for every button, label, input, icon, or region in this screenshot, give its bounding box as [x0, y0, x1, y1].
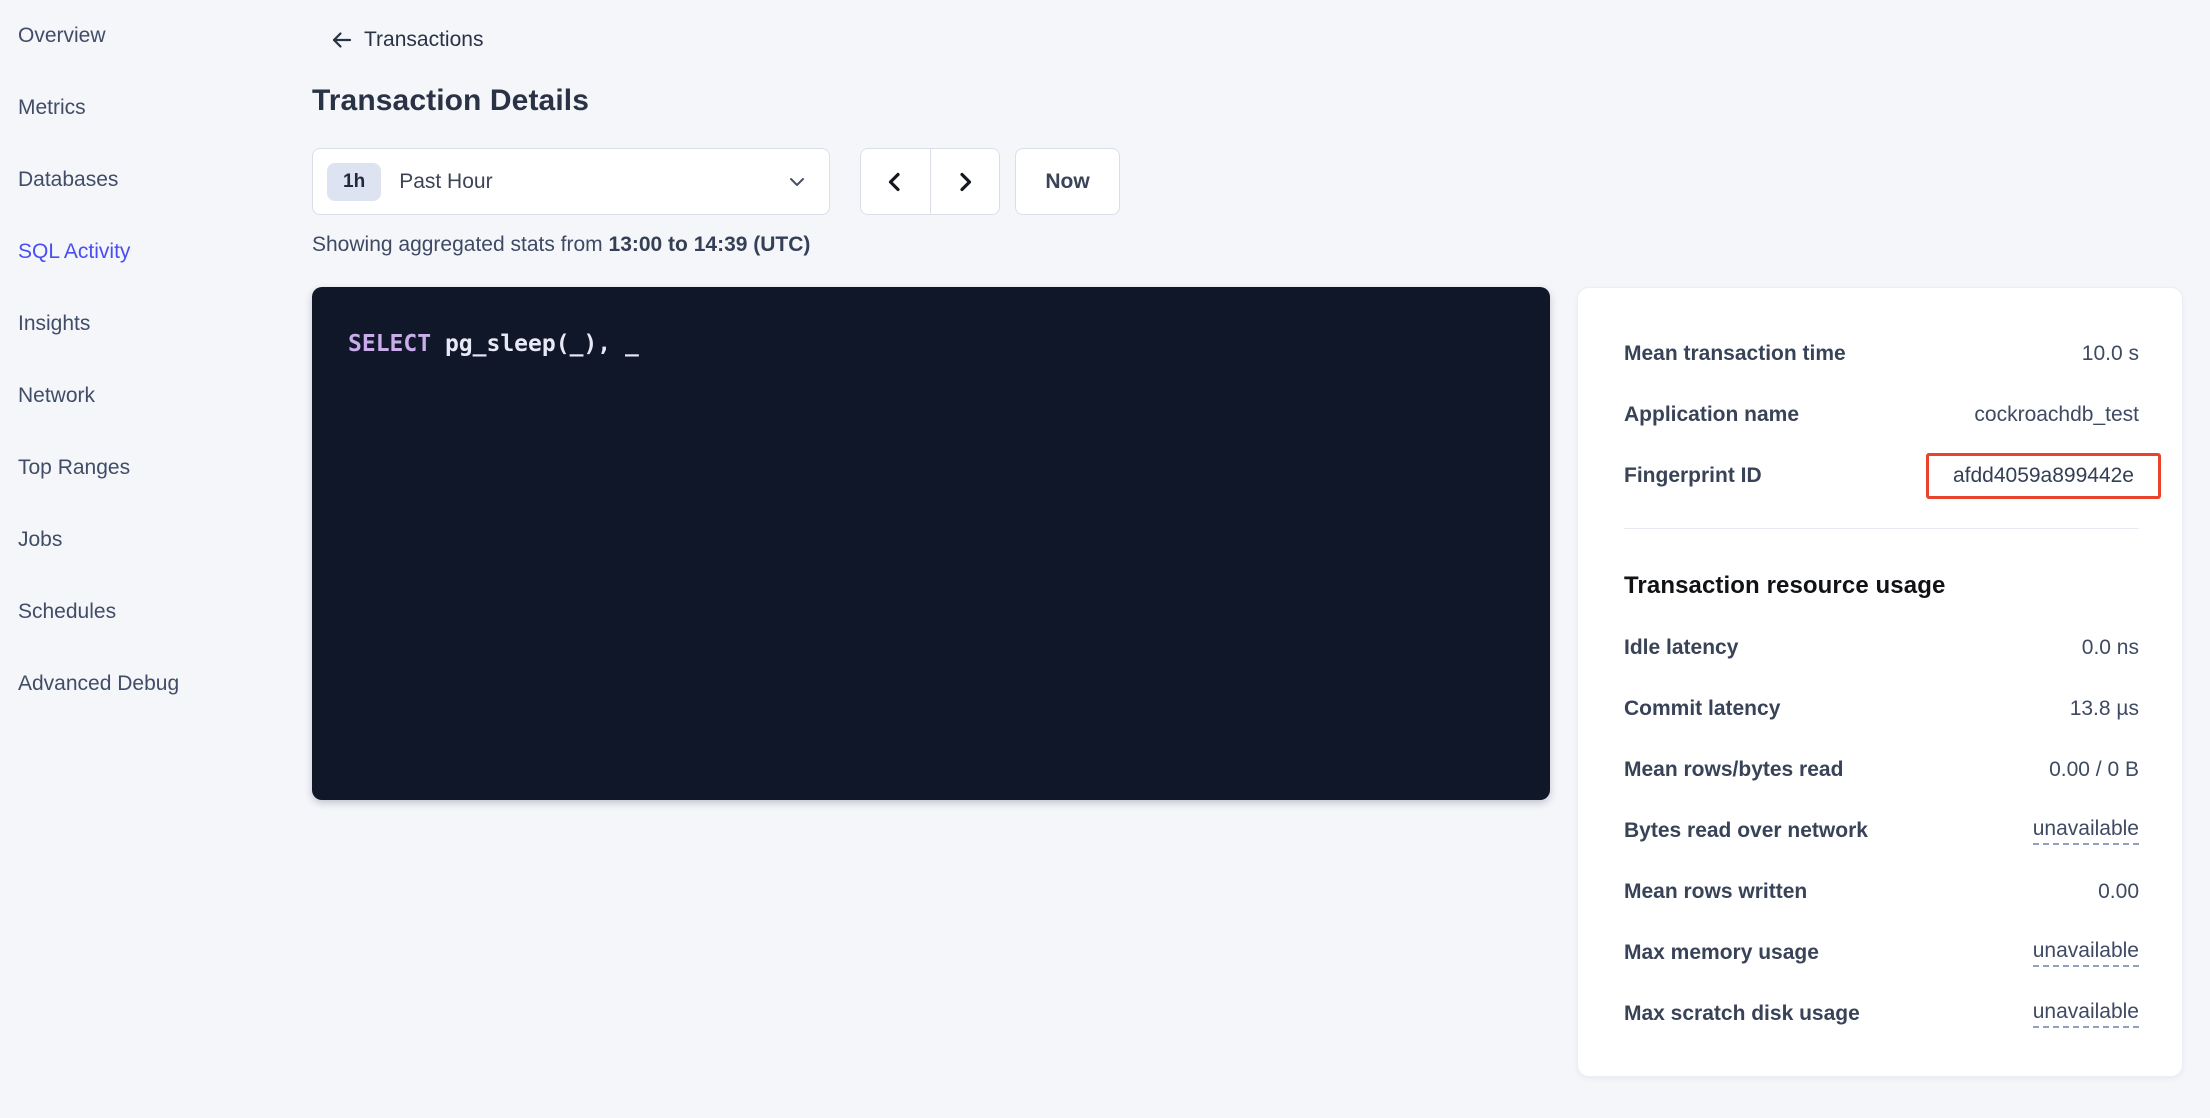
- detail-label: Fingerprint ID: [1624, 464, 1762, 488]
- aggregated-stats-range: 13:00 to 14:39 (UTC): [609, 233, 811, 256]
- detail-row-bytes-read-over-network: Bytes read over network unavailable: [1624, 800, 2139, 861]
- detail-value: 13.8 µs: [2070, 697, 2139, 721]
- sidebar-item-databases[interactable]: Databases: [0, 144, 300, 216]
- detail-value: 10.0 s: [2082, 342, 2139, 366]
- now-button[interactable]: Now: [1015, 148, 1120, 215]
- sql-keyword: SELECT: [348, 331, 431, 357]
- detail-label: Idle latency: [1624, 636, 1738, 660]
- card-divider: [1624, 528, 2139, 529]
- detail-row-fingerprint-id: Fingerprint ID afdd4059a899442e: [1624, 445, 2139, 506]
- back-arrow-icon: [331, 29, 353, 51]
- sidebar-item-top-ranges[interactable]: Top Ranges: [0, 432, 300, 504]
- unavailable-value-tooltip-trigger[interactable]: unavailable: [2033, 817, 2139, 845]
- detail-row-commit-latency: Commit latency 13.8 µs: [1624, 678, 2139, 739]
- resource-usage-section-title: Transaction resource usage: [1624, 571, 2139, 601]
- chevron-right-icon: [953, 170, 977, 194]
- time-range-selected-value: Past Hour: [399, 170, 787, 194]
- time-range-badge: 1h: [327, 163, 381, 201]
- page-title: Transaction Details: [312, 84, 589, 118]
- sidebar-item-sql-activity[interactable]: SQL Activity: [0, 216, 300, 288]
- detail-label: Mean transaction time: [1624, 342, 1846, 366]
- unavailable-value-tooltip-trigger[interactable]: unavailable: [2033, 939, 2139, 967]
- sql-statement-text: pg_sleep(_), _: [431, 331, 639, 357]
- time-range-dropdown[interactable]: 1h Past Hour: [312, 148, 830, 215]
- detail-label: Max scratch disk usage: [1624, 1002, 1860, 1026]
- chevron-down-icon: [787, 172, 807, 192]
- chevron-left-icon: [883, 170, 907, 194]
- fingerprint-highlight-box: afdd4059a899442e: [1926, 453, 2161, 499]
- time-nav-group: [860, 148, 1000, 215]
- detail-label: Bytes read over network: [1624, 819, 1868, 843]
- aggregated-stats-text: Showing aggregated stats from 13:00 to 1…: [312, 233, 810, 257]
- detail-row-mean-transaction-time: Mean transaction time 10.0 s: [1624, 323, 2139, 384]
- sidebar-item-jobs[interactable]: Jobs: [0, 504, 300, 576]
- breadcrumb-back-link[interactable]: Transactions: [331, 28, 483, 52]
- detail-label: Commit latency: [1624, 697, 1780, 721]
- sidebar-item-schedules[interactable]: Schedules: [0, 576, 300, 648]
- prev-time-button[interactable]: [861, 149, 930, 214]
- unavailable-value-tooltip-trigger[interactable]: unavailable: [2033, 1000, 2139, 1028]
- detail-label: Max memory usage: [1624, 941, 1819, 965]
- app-root: Overview Metrics Databases SQL Activity …: [0, 0, 2210, 1118]
- aggregated-stats-prefix: Showing aggregated stats from: [312, 233, 609, 256]
- sidebar-item-advanced-debug[interactable]: Advanced Debug: [0, 648, 300, 720]
- sidebar-item-overview[interactable]: Overview: [0, 0, 300, 72]
- sidebar-item-insights[interactable]: Insights: [0, 288, 300, 360]
- detail-value: 0.0 ns: [2082, 636, 2139, 660]
- detail-row-max-memory-usage: Max memory usage unavailable: [1624, 922, 2139, 983]
- detail-value: cockroachdb_test: [1974, 403, 2139, 427]
- detail-row-mean-rows-written: Mean rows written 0.00: [1624, 861, 2139, 922]
- breadcrumb-label: Transactions: [364, 28, 483, 52]
- detail-label: Application name: [1624, 403, 1799, 427]
- sidebar: Overview Metrics Databases SQL Activity …: [0, 0, 300, 720]
- next-time-button[interactable]: [930, 149, 1000, 214]
- detail-label: Mean rows written: [1624, 880, 1807, 904]
- detail-label: Mean rows/bytes read: [1624, 758, 1843, 782]
- detail-row-max-scratch-disk-usage: Max scratch disk usage unavailable: [1624, 983, 2139, 1044]
- sql-statement-box: SELECT pg_sleep(_), _: [312, 287, 1550, 800]
- transaction-details-card: Mean transaction time 10.0 s Application…: [1577, 287, 2183, 1077]
- detail-row-mean-rows-bytes-read: Mean rows/bytes read 0.00 / 0 B: [1624, 739, 2139, 800]
- sidebar-item-network[interactable]: Network: [0, 360, 300, 432]
- detail-row-application-name: Application name cockroachdb_test: [1624, 384, 2139, 445]
- detail-row-idle-latency: Idle latency 0.0 ns: [1624, 617, 2139, 678]
- sidebar-item-metrics[interactable]: Metrics: [0, 72, 300, 144]
- detail-value: 0.00 / 0 B: [2049, 758, 2139, 782]
- detail-value: 0.00: [2098, 880, 2139, 904]
